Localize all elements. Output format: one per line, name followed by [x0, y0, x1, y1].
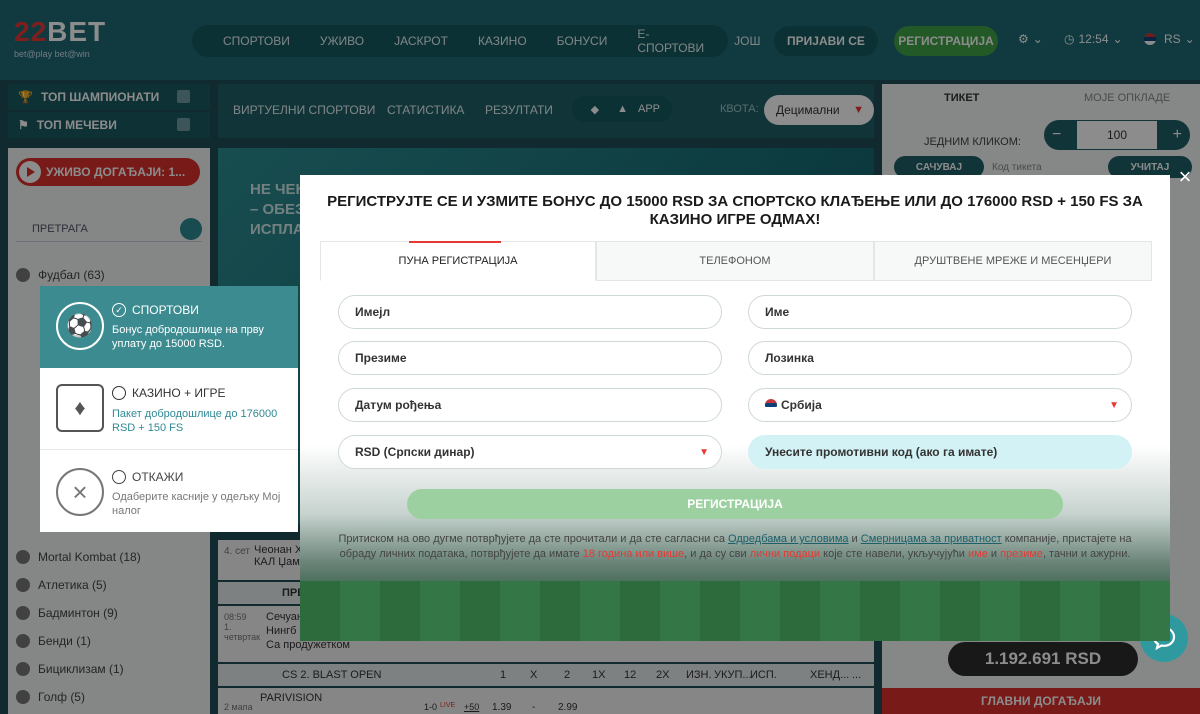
- password-field[interactable]: Лозинка: [748, 341, 1132, 375]
- tab-phone[interactable]: ТЕЛЕФОНОМ: [596, 241, 874, 281]
- terms-highlight: лични подаци: [749, 548, 821, 560]
- radio-unchecked-icon[interactable]: [112, 470, 126, 484]
- bonus-option-title: ОТКАЖИ: [112, 470, 183, 484]
- terms-part: , и да су сви: [684, 548, 750, 560]
- casino-chips-icon: ♦: [56, 384, 104, 432]
- modal-title: РЕГИСТРУЈТЕ СЕ И УЗМИТЕ БОНУС ДО 15000 R…: [327, 193, 1143, 228]
- bonus-option-desc: Одаберите касније у одељку Мој налог: [112, 491, 281, 517]
- name-placeholder: Име: [765, 305, 790, 319]
- chevron-down-icon: ▼: [1109, 399, 1119, 411]
- tab-social[interactable]: ДРУШТВЕНЕ МРЕЖЕ И МЕСЕНЏЕРИ: [874, 241, 1152, 281]
- terms-highlight: презиме: [1000, 548, 1043, 560]
- bonus-option-casino[interactable]: ♦ КАЗИНО + ИГРЕ Пакет добродошлице до 17…: [40, 368, 298, 450]
- serbia-flag-icon: [765, 399, 777, 411]
- email-field[interactable]: Имејл: [338, 295, 722, 329]
- first-name-field[interactable]: Име: [748, 295, 1132, 329]
- bonus-option-cancel[interactable]: × ОТКАЖИ Одаберите касније у одељку Мој …: [40, 450, 298, 532]
- bonus-selector: ⚽ ✓ СПОРТОВИ Бонус добродошлице на прву …: [40, 286, 298, 532]
- chevron-down-icon: ▼: [699, 446, 709, 458]
- privacy-link[interactable]: Смерницама за приватност: [861, 533, 1002, 545]
- soccer-ball-icon: ⚽: [56, 302, 104, 350]
- bonus-title-text: КАЗИНО + ИГРЕ: [132, 386, 226, 400]
- submit-registration-button[interactable]: РЕГИСТРАЦИЈА: [407, 489, 1063, 519]
- surname-field[interactable]: Презиме: [338, 341, 722, 375]
- terms-highlight: 18 година или више: [582, 548, 685, 560]
- currency-select[interactable]: RSD (Српски динар) ▼: [338, 435, 722, 469]
- password-placeholder: Лозинка: [765, 351, 814, 365]
- surname-placeholder: Презиме: [355, 351, 407, 365]
- bonus-option-desc: Бонус добродошлице на прву уплату до 150…: [112, 324, 264, 350]
- promo-placeholder: Унесите промотивни код (ако га имате): [765, 445, 998, 459]
- bonus-option-sports[interactable]: ⚽ ✓ СПОРТОВИ Бонус добродошлице на прву …: [40, 286, 298, 368]
- radio-checked-icon[interactable]: ✓: [112, 303, 126, 317]
- bonus-option-title: КАЗИНО + ИГРЕ: [112, 386, 226, 400]
- terms-link[interactable]: Одредбама и условима: [728, 533, 848, 545]
- terms-part: Притиском на ово дугме потврђујете да ст…: [338, 533, 729, 545]
- bonus-title-text: ОТКАЖИ: [132, 470, 184, 484]
- terms-highlight: име: [968, 548, 988, 560]
- promo-code-field[interactable]: Унесите промотивни код (ако га имате): [748, 435, 1132, 469]
- email-placeholder: Имејл: [355, 305, 391, 319]
- dob-field[interactable]: Датум рођења: [338, 388, 722, 422]
- country-select[interactable]: Србија ▼: [748, 388, 1132, 422]
- terms-part: и: [987, 548, 1001, 560]
- bonus-title-text: СПОРТОВИ: [132, 303, 199, 317]
- terms-part: и: [848, 533, 861, 545]
- terms-part: , тачни и ажурни.: [1042, 548, 1131, 560]
- bonus-option-title: ✓ СПОРТОВИ: [112, 303, 199, 317]
- terms-part: које сте навели, укључујући: [820, 548, 969, 560]
- currency-value: RSD (Српски динар): [355, 445, 475, 459]
- dob-placeholder: Датум рођења: [355, 398, 442, 412]
- country-value: Србија: [781, 398, 822, 412]
- bonus-option-desc: Пакет добродошлице до 176000 RSD + 150 F…: [112, 408, 278, 434]
- terms-text: Притиском на ово дугме потврђујете да ст…: [324, 532, 1146, 562]
- cancel-icon: ×: [56, 468, 104, 516]
- radio-unchecked-icon[interactable]: [112, 386, 126, 400]
- tab-full-registration[interactable]: ПУНА РЕГИСТРАЦИЈА: [320, 241, 596, 281]
- registration-modal: РЕГИСТРУЈТЕ СЕ И УЗМИТЕ БОНУС ДО 15000 R…: [300, 175, 1170, 641]
- close-icon[interactable]: ×: [1174, 166, 1196, 188]
